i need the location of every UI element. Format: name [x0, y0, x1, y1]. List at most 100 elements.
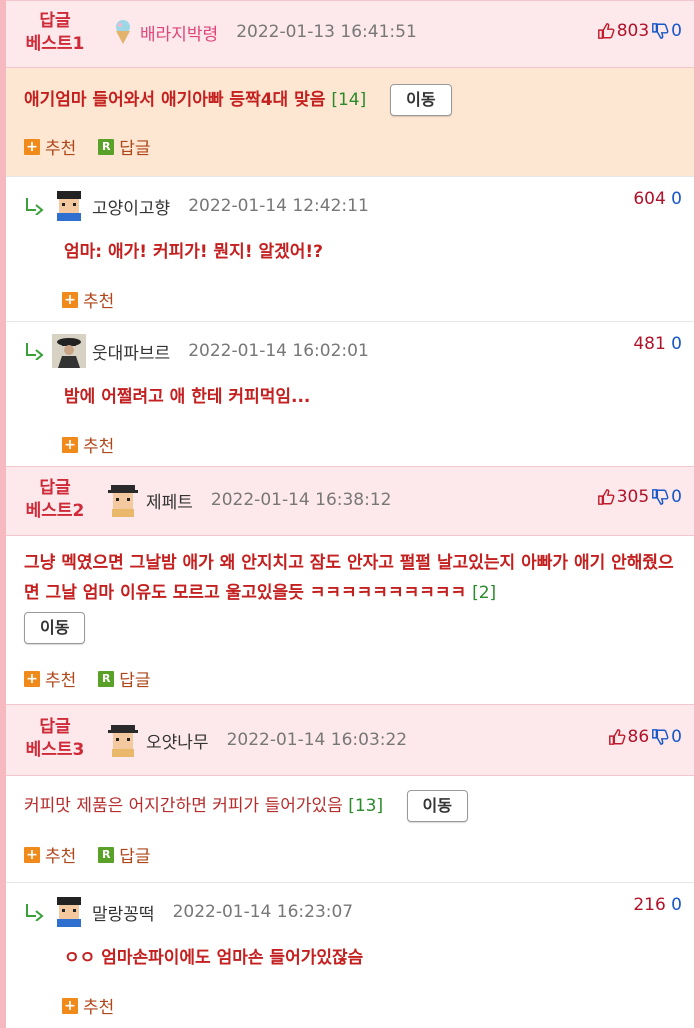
downvote-count: 0: [671, 727, 682, 747]
plus-icon: +: [62, 291, 78, 308]
username[interactable]: 웃대파브르: [92, 339, 170, 364]
plus-icon: +: [24, 670, 40, 687]
comment-text-line: 그냥 멕였으면 그날밤 애가 왜 안지치고 잠도 안자고 펄펄 날고있는지 아빠…: [24, 548, 680, 644]
plus-icon: +: [62, 436, 78, 453]
comment-list: 답글 베스트1 배라지박령 2022-01-13 16:41:51 803 0 …: [0, 0, 700, 1028]
avatar[interactable]: [52, 189, 86, 223]
thumbs-up-icon[interactable]: [608, 728, 626, 746]
avatar[interactable]: [106, 483, 140, 517]
reply-icon: R: [98, 846, 115, 863]
recommend-button[interactable]: + 추천: [24, 134, 76, 159]
thumbs-up-icon[interactable]: [597, 22, 615, 40]
reply-count[interactable]: [14]: [331, 90, 366, 110]
reply-author[interactable]: 고양이고향 2022-01-14 12:42:11: [24, 189, 369, 223]
recommend-button[interactable]: + 추천: [62, 432, 114, 457]
avatar[interactable]: [52, 895, 86, 929]
downvote-count: 0: [671, 189, 682, 209]
plus-icon: +: [24, 846, 40, 863]
reply-text: 밤에 어쩔려고 애 한테 커피먹임...: [64, 387, 311, 407]
thumbs-down-icon[interactable]: [651, 488, 669, 506]
downvote-count: 0: [671, 895, 682, 915]
reply-votes: 604 0: [633, 189, 682, 209]
recommend-button[interactable]: + 추천: [24, 666, 76, 691]
username[interactable]: 오얏나무: [146, 728, 209, 753]
username[interactable]: 고양이고향: [92, 194, 170, 219]
reply-count[interactable]: [2]: [472, 583, 496, 603]
best-label: 답글 베스트3: [22, 716, 88, 762]
username[interactable]: 배라지박령: [140, 20, 218, 45]
reply-votes: 481 0: [633, 334, 682, 354]
reply-label: 답글: [119, 671, 151, 691]
comment-author[interactable]: 제페트 2022-01-14 16:38:12: [106, 483, 391, 517]
best-comment-header: 답글 베스트2 제페트 2022-01-14 16:38:12 305 0: [6, 466, 694, 536]
comment-text: 커피맛 제품은 어지간하면 커피가 들어가있음: [24, 796, 343, 816]
recommend-label: 추천: [83, 437, 115, 457]
reply-arrow-icon: [26, 343, 44, 360]
recommend-label: 추천: [83, 292, 115, 312]
recommend-button[interactable]: + 추천: [62, 287, 114, 312]
comment-text: 그냥 멕였으면 그날밤 애가 왜 안지치고 잠도 안자고 펄펄 날고있는지 아빠…: [24, 553, 674, 603]
downvote-count: 0: [671, 21, 682, 41]
comment-actions: + 추천 R 답글: [24, 666, 151, 691]
best-label-line1: 답글: [39, 478, 71, 498]
comment-author[interactable]: 배라지박령 2022-01-13 16:41:51: [112, 19, 417, 45]
reply-arrow-icon: [26, 904, 44, 921]
best-comment-body: 커피맛 제품은 어지간하면 커피가 들어가있음 [13] 이동 + 추천 R 답글: [6, 776, 694, 882]
recommend-label: 추천: [45, 139, 77, 159]
thumbs-down-icon[interactable]: [651, 728, 669, 746]
comment-author[interactable]: 오얏나무 2022-01-14 16:03:22: [106, 723, 407, 757]
vote-counter: 86 0: [608, 727, 682, 747]
reply-item: 고양이고향 2022-01-14 12:42:11 604 0 엄마: 애가! …: [6, 176, 694, 321]
reply-arrow-icon: [26, 198, 44, 215]
upvote-count: 86: [627, 727, 650, 747]
recommend-label: 추천: [45, 671, 77, 691]
reply-count[interactable]: [13]: [348, 796, 383, 816]
timestamp: 2022-01-14 12:42:11: [188, 196, 369, 216]
downvote-count: 0: [671, 334, 682, 354]
best-comment-header: 답글 베스트3 오얏나무 2022-01-14 16:03:22 86 0: [6, 704, 694, 776]
best-comment-body: 그냥 멕였으면 그날밤 애가 왜 안지치고 잠도 안자고 펄펄 날고있는지 아빠…: [6, 536, 694, 704]
reply-button[interactable]: R 답글: [98, 842, 151, 867]
upvote-count: 305: [616, 487, 650, 507]
upvote-count: 216: [633, 895, 666, 915]
timestamp: 2022-01-14 16:23:07: [172, 902, 354, 922]
comment-text-line: 커피맛 제품은 어지간하면 커피가 들어가있음 [13] 이동: [24, 790, 680, 822]
move-button[interactable]: 이동: [406, 790, 468, 822]
vote-counter: 305 0: [597, 487, 682, 507]
reply-button[interactable]: R 답글: [98, 666, 151, 691]
timestamp: 2022-01-14 16:02:01: [188, 341, 369, 361]
thumbs-up-icon[interactable]: [597, 488, 615, 506]
thumbs-down-icon[interactable]: [651, 22, 669, 40]
avatar[interactable]: [52, 334, 86, 368]
reply-author[interactable]: 웃대파브르 2022-01-14 16:02:01: [24, 334, 369, 368]
timestamp: 2022-01-14 16:38:12: [210, 490, 392, 510]
move-button[interactable]: 이동: [24, 612, 86, 644]
reply-item: 말랑꽁떡 2022-01-14 16:23:07 216 0 ㅇㅇ 엄마손파이에…: [6, 882, 694, 1028]
best-label-line2: 베스트1: [25, 34, 85, 54]
comment-actions: + 추천 R 답글: [24, 134, 151, 159]
username[interactable]: 말랑꽁떡: [92, 900, 155, 925]
reply-icon: R: [98, 670, 115, 687]
avatar[interactable]: [106, 723, 140, 757]
comment-text: 애기엄마 들어와서 애기아빠 등짝4대 맞음: [24, 90, 326, 110]
reply-label: 답글: [119, 139, 151, 159]
best-label: 답글 베스트1: [22, 10, 88, 56]
recommend-button[interactable]: + 추천: [24, 842, 76, 867]
upvote-count: 481: [633, 334, 666, 354]
reply-author[interactable]: 말랑꽁떡 2022-01-14 16:23:07: [24, 895, 353, 929]
move-button[interactable]: 이동: [390, 84, 452, 116]
reply-button[interactable]: R 답글: [98, 134, 151, 159]
comment-actions: + 추천 R 답글: [24, 842, 151, 867]
vote-counter: 803 0: [597, 21, 682, 41]
username[interactable]: 제페트: [146, 488, 193, 513]
best-label-line1: 답글: [39, 11, 71, 31]
recommend-button[interactable]: + 추천: [62, 993, 114, 1018]
downvote-count: 0: [671, 487, 682, 507]
upvote-count: 803: [616, 21, 650, 41]
timestamp: 2022-01-13 16:41:51: [236, 22, 417, 42]
reply-item: 웃대파브르 2022-01-14 16:02:01 481 0 밤에 어쩔려고 …: [6, 321, 694, 466]
best-comment-header: 답글 베스트1 배라지박령 2022-01-13 16:41:51 803 0: [6, 0, 694, 68]
best-comment-body: 애기엄마 들어와서 애기아빠 등짝4대 맞음 [14] 이동 + 추천 R 답글: [6, 68, 694, 176]
best-label: 답글 베스트2: [22, 477, 88, 523]
reply-icon: R: [98, 138, 115, 155]
